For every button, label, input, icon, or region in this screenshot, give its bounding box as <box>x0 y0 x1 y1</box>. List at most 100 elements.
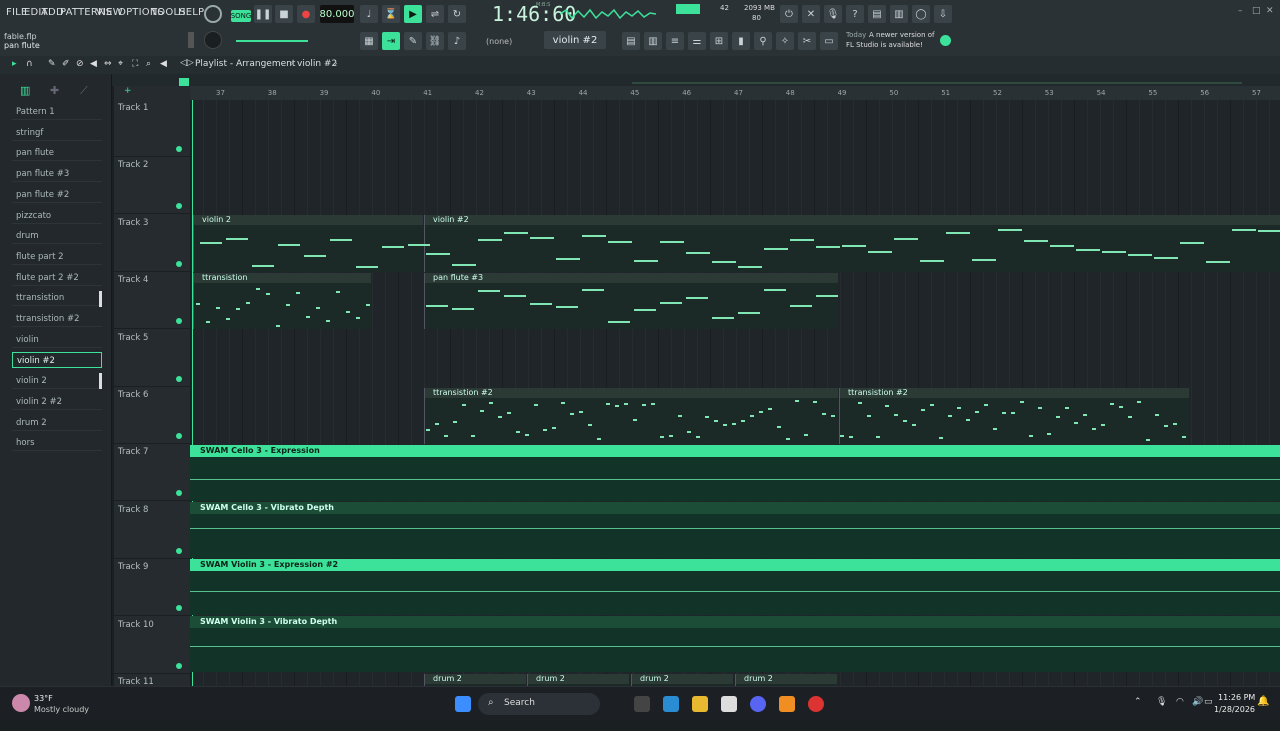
minimize-icon[interactable]: – <box>1238 6 1243 16</box>
add-track-icon[interactable]: + <box>124 86 132 96</box>
battery-icon[interactable]: ▭ <box>1204 697 1213 707</box>
track-enable-icon[interactable] <box>176 318 182 325</box>
song-mode-button[interactable]: SONG <box>231 10 251 22</box>
pattern-item[interactable]: pan flute #2 <box>12 187 102 203</box>
draw-icon[interactable]: ✎ <box>404 32 422 50</box>
store-icon[interactable] <box>721 696 737 712</box>
discord-icon[interactable] <box>750 696 766 712</box>
menu-help[interactable]: HELP <box>178 7 204 18</box>
clip-violin-2b[interactable]: violin #2 <box>424 215 1280 272</box>
volume-icon[interactable]: 🔊 <box>1192 697 1203 707</box>
automation-cello-vibrato[interactable]: SWAM Cello 3 - Vibrato Depth <box>190 502 1280 558</box>
horizontal-scrollbar[interactable] <box>632 82 1242 84</box>
piano-roll-icon[interactable]: ▦ <box>360 32 378 50</box>
picker-patterns-icon[interactable]: ▥ <box>20 84 30 97</box>
pattern-item[interactable]: ttransistion <box>12 290 102 307</box>
select-tool-icon[interactable]: ⛶ <box>132 59 138 69</box>
clip-ttransistion-2b[interactable]: ttransistion #2 <box>839 388 1189 444</box>
track-enable-icon[interactable] <box>176 375 182 382</box>
pin-icon[interactable]: ✧ <box>776 32 794 50</box>
track-enable-icon[interactable] <box>176 146 182 152</box>
pattern-item[interactable]: violin 2 #2 <box>12 394 102 410</box>
save-icon[interactable]: ▤ <box>868 5 886 23</box>
playback-tool-icon[interactable]: ◀ <box>160 59 167 69</box>
automation-violin-vibrato[interactable]: SWAM Violin 3 - Vibrato Depth <box>190 616 1280 672</box>
notification-bell-icon[interactable]: 🔔 <box>1257 696 1269 707</box>
fl-studio-icon[interactable] <box>779 696 795 712</box>
track-enable-icon[interactable] <box>176 433 182 439</box>
news-line-2[interactable]: FL Studio is available! <box>846 41 923 49</box>
pattern-item[interactable]: violin <box>12 332 102 348</box>
playlist-menu-arrow-icon[interactable]: ▸ <box>12 59 17 69</box>
clip-drum-2b[interactable]: drum 2 <box>527 674 629 686</box>
pattern-item[interactable]: drum 2 <box>12 415 102 431</box>
current-pattern-select[interactable]: violin #2 <box>544 31 606 49</box>
pattern-item[interactable]: stringf <box>12 125 102 141</box>
clip-pan-flute-3[interactable]: pan flute #3 <box>424 273 838 329</box>
track-enable-icon[interactable] <box>176 203 182 210</box>
playlist-nav-icon[interactable]: ◁▷ <box>180 58 194 68</box>
pattern-item[interactable]: violin #2 <box>12 352 102 369</box>
globe-icon[interactable] <box>940 35 951 46</box>
stamp-icon[interactable]: ♪ <box>448 32 466 50</box>
file-icon[interactable]: ▮ <box>732 32 750 50</box>
track-enable-icon[interactable] <box>176 547 182 554</box>
track-header[interactable]: Track 10 <box>114 617 190 674</box>
clip-ttransistion[interactable]: ttransistion <box>193 273 371 329</box>
blend-icon[interactable]: ⇌ <box>426 5 444 23</box>
track-enable-icon[interactable] <box>176 490 182 497</box>
note-icon[interactable]: ▭ <box>820 32 838 50</box>
help-icon[interactable]: ? <box>846 5 864 23</box>
browser-icon[interactable]: ⚌ <box>688 32 706 50</box>
picker-automation-icon[interactable]: ⟋ <box>80 84 88 98</box>
pattern-item[interactable]: pan flute <box>12 145 102 162</box>
arrangement-grid[interactable]: violin 2 violin #2 ttransistion pan flut… <box>190 100 1280 686</box>
pattern-item[interactable]: flute part 2 <box>12 249 102 265</box>
magnet-icon[interactable]: ∩ <box>26 59 33 69</box>
download-icon[interactable]: ⇩ <box>934 5 952 23</box>
pattern-item[interactable]: flute part 2 #2 <box>12 270 102 286</box>
zoom-tool-icon[interactable]: ⌕ <box>146 59 151 69</box>
track-header[interactable]: Track 7 <box>114 444 190 502</box>
clip-violin-2[interactable]: violin 2 <box>193 215 423 272</box>
task-view-icon[interactable] <box>634 696 650 712</box>
clock-time[interactable]: 11:26 PM <box>1218 693 1255 702</box>
master-pitch-knob[interactable] <box>204 31 222 49</box>
tempo-display[interactable]: 80.000 <box>320 5 355 23</box>
overview-strip[interactable] <box>112 74 1280 86</box>
pattern-item[interactable]: ttransistion #2 <box>12 311 102 327</box>
pencil-tool-icon[interactable]: ✎ <box>48 59 56 69</box>
master-volume-slider[interactable] <box>236 40 308 42</box>
tools-icon[interactable]: ✕ <box>802 5 820 23</box>
track-enable-icon[interactable] <box>176 662 182 669</box>
weather-icon[interactable] <box>12 694 30 712</box>
playlist-icon[interactable]: ▤ <box>622 32 640 50</box>
pattern-item[interactable]: drum <box>12 228 102 245</box>
pattern-scroll-handle[interactable] <box>188 32 194 48</box>
pattern-item[interactable]: pizzcato <box>12 208 102 224</box>
tray-mic-icon[interactable]: 🎙 <box>1156 697 1167 707</box>
pattern-item[interactable]: violin 2 <box>12 373 102 390</box>
chrome-icon[interactable] <box>808 696 824 712</box>
tag-icon[interactable]: ⚲ <box>754 32 772 50</box>
track-header[interactable]: Track 6 <box>114 387 190 444</box>
stop-icon[interactable]: ■ <box>275 5 293 23</box>
channel-rack-icon[interactable]: ▥ <box>644 32 662 50</box>
mic-icon[interactable]: 🎙 <box>824 5 842 23</box>
wifi-icon[interactable]: ◠ <box>1176 697 1184 707</box>
power-icon[interactable]: ⏻ <box>780 5 798 23</box>
maximize-icon[interactable]: □ <box>1252 6 1261 16</box>
track-header[interactable]: Track 5 <box>114 330 190 387</box>
clip-drum-2d[interactable]: drum 2 <box>735 674 837 686</box>
slip-tool-icon[interactable]: ⇔ <box>104 59 112 69</box>
slice-tool-icon[interactable]: ⌖ <box>118 59 123 69</box>
automation-cello-expression[interactable]: SWAM Cello 3 - Expression <box>190 445 1280 501</box>
news-line[interactable]: A newer version of <box>869 31 935 39</box>
snap-icon[interactable]: ⇥ <box>382 32 400 50</box>
track-header[interactable]: Track 1 <box>114 100 190 157</box>
countdown-icon[interactable]: ▶ <box>404 5 422 23</box>
file-explorer-icon[interactable] <box>692 696 708 712</box>
cut-icon[interactable]: ✂ <box>798 32 816 50</box>
start-icon[interactable] <box>455 696 471 712</box>
track-enable-icon[interactable] <box>176 605 182 612</box>
